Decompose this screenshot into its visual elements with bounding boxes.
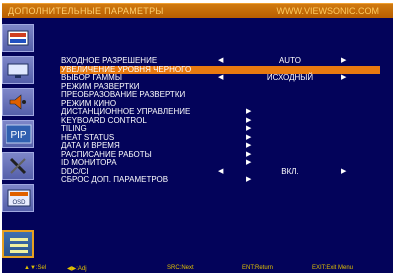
settings-row[interactable]: СБРОС ДОП. ПАРАМЕТРОВ ▶: [60, 175, 380, 185]
menu-header: ДОПОЛНИТЕЛЬНЫЕ ПАРАМЕТРЫ WWW.VIEWSONIC.C…: [2, 3, 393, 18]
setting-value: ВКЛ.: [281, 166, 299, 176]
advanced-menu-icon: [10, 238, 28, 253]
submenu-arrow-icon[interactable]: ▶: [246, 142, 251, 151]
menu-title: ДОПОЛНИТЕЛЬНЫЕ ПАРАМЕТРЫ: [8, 6, 164, 16]
osd-icon: OSD: [7, 189, 31, 207]
settings-row[interactable]: KEYBOARD CONTROL ▶: [60, 116, 380, 126]
key-hints: ▲▼:Sel ◀▶:Adj SRC:Next ENT:Return EXIT:E…: [2, 265, 393, 273]
increase-arrow-icon[interactable]: ▶: [341, 74, 346, 83]
tools-icon: [9, 157, 27, 175]
tab-display[interactable]: [2, 56, 34, 84]
hint-next: SRC:Next: [167, 265, 194, 271]
osd-screen: ДОПОЛНИТЕЛЬНЫЕ ПАРАМЕТРЫ WWW.VIEWSONIC.C…: [0, 0, 395, 273]
decrease-arrow-icon[interactable]: ◀: [218, 74, 223, 83]
submenu-arrow-icon[interactable]: ▶: [246, 117, 251, 126]
setting-value: AUTO: [278, 56, 302, 65]
monitor-icon: [7, 63, 29, 78]
category-tabs: PIP OSD: [2, 20, 38, 264]
setting-value: ИСХОДНЫЙ: [266, 73, 314, 82]
tab-pip[interactable]: PIP: [2, 120, 34, 148]
setting-label: СБРОС ДОП. ПАРАМЕТРОВ: [61, 175, 169, 184]
settings-list: ВХОДНОЕ РАЗРЕШЕНИЕ ◀ AUTO ▶ УВЕЛИЧЕНИЕ УРОВН…: [60, 56, 380, 185]
settings-row[interactable]: ID МОНИТОРА ▶: [60, 158, 380, 168]
submenu-arrow-icon[interactable]: ▶: [246, 134, 251, 143]
osd-tab-label: OSD: [12, 200, 26, 206]
hint-exit: EXIT:Exit Menu: [312, 265, 354, 271]
hint-return: ENT:Return: [242, 265, 274, 271]
tab-picture[interactable]: [2, 24, 34, 52]
picture-icon: [7, 30, 29, 46]
tab-advanced[interactable]: [2, 230, 34, 258]
audio-icon: [9, 94, 26, 110]
hint-select: ▲▼:Sel: [24, 265, 47, 271]
submenu-arrow-icon[interactable]: ▶: [246, 176, 251, 185]
increase-arrow-icon[interactable]: ▶: [341, 168, 346, 177]
tab-audio[interactable]: [2, 88, 34, 116]
increase-arrow-icon[interactable]: ▶: [341, 57, 346, 66]
submenu-arrow-icon[interactable]: ▶: [246, 125, 251, 134]
submenu-arrow-icon[interactable]: ▶: [246, 108, 251, 117]
submenu-arrow-icon[interactable]: ▶: [246, 159, 251, 168]
decrease-arrow-icon[interactable]: ◀: [218, 168, 223, 177]
hint-adjust: ◀▶:Adj: [67, 266, 87, 272]
tab-tools[interactable]: [2, 152, 34, 180]
pip-tab-label: PIP: [10, 130, 26, 141]
pip-icon: PIP: [6, 124, 32, 144]
tab-osd[interactable]: OSD: [2, 184, 34, 212]
website-label: WWW.VIEWSONIC.COM: [276, 6, 380, 16]
submenu-arrow-icon[interactable]: ▶: [246, 151, 251, 160]
decrease-arrow-icon[interactable]: ◀: [218, 57, 223, 66]
